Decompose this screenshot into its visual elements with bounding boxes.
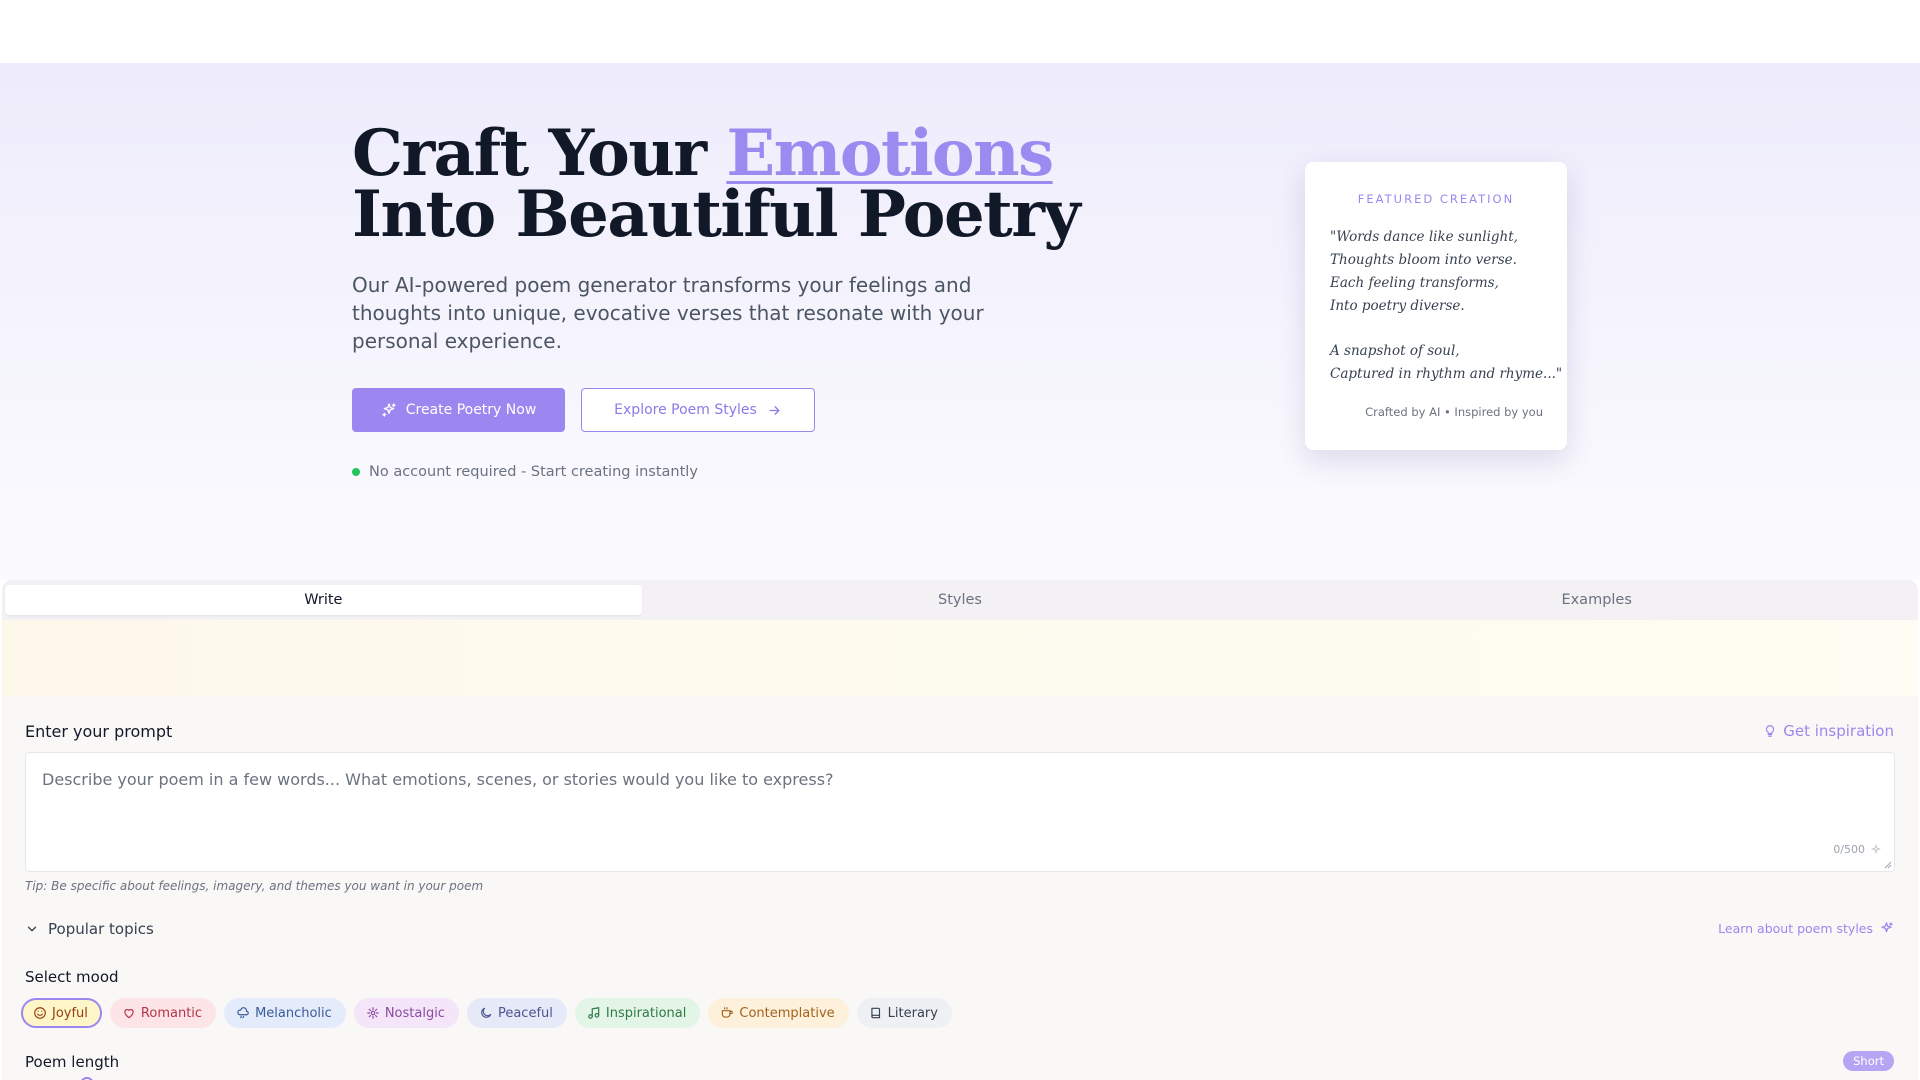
get-inspiration-link[interactable]: Get inspiration [1763, 722, 1894, 740]
mood-chip-literary[interactable]: Literary [856, 998, 952, 1028]
tab-examples[interactable]: Examples [1278, 585, 1915, 615]
mood-chip-label: Joyful [52, 1005, 88, 1021]
book-icon [870, 1007, 880, 1019]
status-dot-icon [352, 468, 360, 476]
poem-length-badge: Short [1843, 1051, 1894, 1071]
generator-tabs: Write Styles Examples [2, 580, 1918, 620]
prompt-tip: Tip: Be specific about feelings, imagery… [25, 879, 484, 893]
coffee-icon [722, 1007, 734, 1018]
poem-line: Captured in rhythm and rhyme..." [1330, 366, 1563, 382]
poem-length-label: Poem length [25, 1053, 120, 1071]
mood-chip-label: Romantic [140, 1005, 203, 1021]
arrow-right-icon [769, 405, 780, 415]
cloud-rain-icon [237, 1007, 249, 1019]
mood-chip-label: Melancholic [255, 1005, 332, 1021]
prompt-label: Enter your prompt [25, 722, 173, 741]
mood-chip-nostalgic[interactable]: Nostalgic [353, 998, 459, 1028]
mood-chip-peaceful[interactable]: Peaceful [466, 998, 567, 1028]
poem-line: Each feeling transforms, [1330, 275, 1499, 291]
mood-chip-inspirational[interactable]: Inspirational [574, 998, 701, 1028]
character-count: 0/500 [1833, 843, 1865, 856]
prompt-textarea[interactable] [26, 753, 1894, 871]
character-counter: 0/500 [1833, 843, 1882, 856]
tab-styles[interactable]: Styles [642, 585, 1279, 615]
tab-write[interactable]: Write [5, 585, 642, 615]
music-icon [588, 1007, 600, 1019]
hero-subtitle: Our AI-powered poem generator transforms… [352, 273, 984, 353]
sparkles-icon [1881, 922, 1893, 933]
mood-chip-joyful[interactable]: Joyful [21, 998, 102, 1028]
chevron-down-icon [27, 926, 37, 932]
mood-chip-label: Contemplative [739, 1005, 835, 1021]
poem-line: A snapshot of soul, [1330, 343, 1460, 359]
learn-poem-styles-link[interactable]: Learn about poem styles [1718, 921, 1894, 936]
smile-icon [34, 1007, 46, 1019]
mood-chip-label: Inspirational [605, 1005, 687, 1021]
explore-styles-label: Explore Poem Styles [614, 402, 757, 418]
decorative-banner [2, 620, 1918, 696]
prompt-textarea-container: 0/500 [25, 752, 1895, 872]
get-inspiration-label: Get inspiration [1783, 722, 1894, 740]
featured-credit: Crafted by AI • Inspired by you [1365, 405, 1543, 419]
poem-line: Thoughts bloom into verse. [1330, 252, 1517, 268]
featured-poem: "Words dance like sunlight, Thoughts blo… [1330, 226, 1563, 386]
poem-line: Into poetry diverse. [1330, 298, 1465, 314]
resize-handle-icon[interactable] [1884, 861, 1892, 869]
heart-icon [124, 1009, 134, 1019]
mood-options: Joyful Romantic Melancholic Nostalgic Pe… [21, 998, 952, 1028]
no-account-note: No account required - Start creating ins… [352, 464, 698, 480]
mood-chip-melancholic[interactable]: Melancholic [224, 998, 346, 1028]
learn-poem-styles-label: Learn about poem styles [1718, 921, 1873, 936]
popular-topics-label: Popular topics [48, 920, 154, 938]
mood-chip-contemplative[interactable]: Contemplative [708, 998, 849, 1028]
featured-label: FEATURED CREATION [1357, 192, 1515, 206]
top-navigation-bar [0, 0, 1920, 63]
mood-label: Select mood [25, 968, 119, 986]
poem-line: "Words dance like sunlight, [1330, 229, 1518, 245]
headline-line2: Into Beautiful Poetry [352, 177, 1081, 252]
sparkles-icon [382, 403, 396, 417]
popular-topics-toggle[interactable]: Popular topics [25, 920, 154, 938]
create-poetry-label: Create Poetry Now [405, 402, 537, 418]
poem-generator-panel: Write Styles Examples Enter your prompt … [2, 580, 1918, 1080]
create-poetry-button[interactable]: Create Poetry Now [352, 388, 565, 432]
moon-icon [481, 1007, 492, 1018]
hero-headline: Craft Your Emotions Into Beautiful Poetr… [352, 122, 1112, 247]
featured-creation-card: FEATURED CREATION "Words dance like sunl… [1305, 162, 1567, 450]
no-account-text: No account required - Start creating ins… [369, 464, 698, 480]
mood-chip-label: Peaceful [497, 1005, 553, 1021]
sparkle-icon [366, 1007, 379, 1019]
mood-chip-romantic[interactable]: Romantic [109, 998, 217, 1028]
hero-section: Craft Your Emotions Into Beautiful Poetr… [0, 63, 1920, 580]
mood-chip-label: Literary [887, 1005, 938, 1021]
explore-styles-button[interactable]: Explore Poem Styles [581, 388, 815, 432]
lightbulb-icon [1766, 725, 1775, 737]
mood-chip-label: Nostalgic [384, 1005, 445, 1021]
sparkle-icon [1870, 843, 1882, 854]
